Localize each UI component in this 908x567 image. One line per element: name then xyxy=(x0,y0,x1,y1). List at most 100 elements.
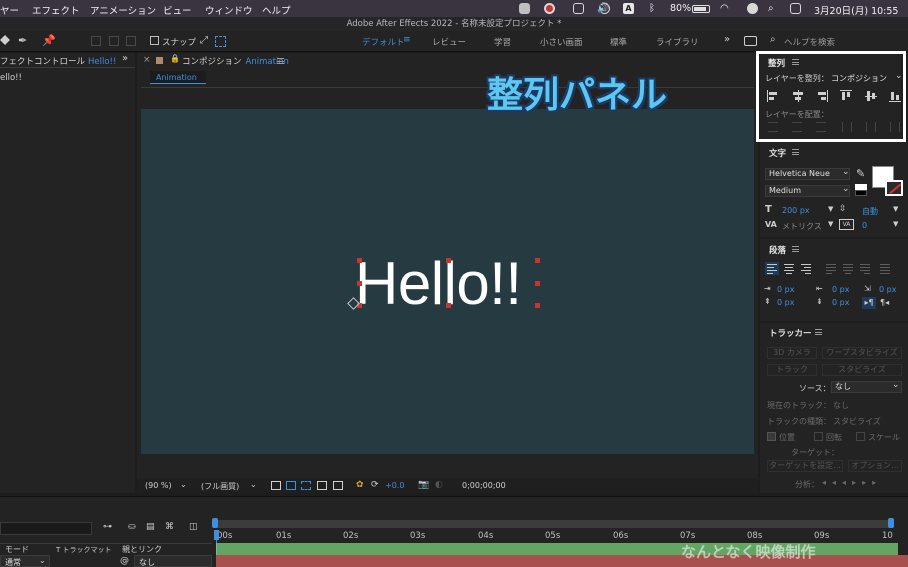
paragraph-align-center-icon[interactable] xyxy=(784,264,796,274)
mask-visibility-icon[interactable] xyxy=(301,481,311,490)
shy-layers-icon[interactable]: ▤ xyxy=(146,522,155,532)
tracker-panel-title[interactable]: トラッカー xyxy=(769,327,812,339)
workspace-standard[interactable]: 標準 xyxy=(610,36,627,48)
paragraph-align-right-icon[interactable] xyxy=(801,264,813,274)
workspace-small-screen[interactable]: 小さい画面 xyxy=(540,36,583,48)
work-area-end-handle[interactable] xyxy=(888,518,894,528)
workspace-layout-icon[interactable] xyxy=(744,36,757,46)
tracking-chevron-icon[interactable]: ▼ xyxy=(893,220,898,228)
wifi-icon[interactable]: ◠ xyxy=(720,3,729,14)
font-family-chevron-icon[interactable]: ⌄ xyxy=(842,167,850,177)
fast-preview-icon[interactable] xyxy=(271,481,281,490)
handle-bottom-center[interactable] xyxy=(446,303,451,308)
black-swatch-icon[interactable] xyxy=(855,190,867,196)
pen-tool-icon[interactable]: ✒ xyxy=(18,34,27,47)
timeline-search-input[interactable] xyxy=(0,522,92,535)
app-status-icon[interactable] xyxy=(519,3,530,14)
puppet-starch-icon[interactable] xyxy=(126,36,136,46)
indent-first-line-value[interactable]: 0 px xyxy=(879,285,896,294)
justify-last-left-icon[interactable] xyxy=(826,264,838,274)
puppet-overlap-icon[interactable] xyxy=(109,36,119,46)
close-tab-icon[interactable]: × xyxy=(143,55,151,65)
kerning-value[interactable]: メトリクス xyxy=(782,221,822,232)
work-area-start-handle[interactable] xyxy=(212,518,218,528)
region-of-interest-icon[interactable] xyxy=(317,481,327,490)
justify-last-right-icon[interactable] xyxy=(860,264,872,274)
battery-icon[interactable] xyxy=(692,5,710,13)
set-target-button[interactable]: ターゲットを設定... xyxy=(767,460,843,472)
current-track-dropdown[interactable]: なし xyxy=(833,400,849,411)
kerning-chevron-icon[interactable]: ▼ xyxy=(828,220,833,228)
blend-mode-dropdown[interactable]: 通常 ⌄ xyxy=(0,555,50,567)
handle-middle-right[interactable] xyxy=(535,281,540,286)
tracking-value[interactable]: 0 xyxy=(862,221,867,230)
space-after-value[interactable]: 0 px xyxy=(832,298,849,307)
help-search-input[interactable]: ヘルプを検索 xyxy=(784,36,835,48)
workspace-learn[interactable]: 学習 xyxy=(494,36,511,48)
parent-dropdown[interactable]: なし xyxy=(134,555,212,567)
lock-icon[interactable]: 🔒 xyxy=(170,54,180,63)
tracker-panel-menu-icon[interactable] xyxy=(815,329,822,335)
snap-edge-icon[interactable]: ⤢ xyxy=(200,35,208,46)
composition-tab[interactable]: コンポジション Animation xyxy=(182,55,289,67)
tracker-options-button[interactable]: オプション... xyxy=(848,460,902,472)
workspace-libraries[interactable]: ライブラリ xyxy=(656,36,699,48)
ltr-direction-icon[interactable]: ▸¶ xyxy=(862,297,876,309)
analyze-controls-icon[interactable]: ◂◂◂▸▸▸ xyxy=(822,478,882,487)
track-camera-button[interactable]: 3D カメラ xyxy=(767,347,817,359)
channel-icon[interactable]: ✿ xyxy=(356,480,364,490)
indent-left-value[interactable]: 0 px xyxy=(777,285,794,294)
puppet-tool-icon[interactable] xyxy=(91,36,101,46)
paragraph-align-left-icon[interactable] xyxy=(767,264,779,274)
font-style-chevron-icon[interactable]: ⌄ xyxy=(842,184,850,194)
tracker-source-chevron-icon[interactable]: ⌄ xyxy=(892,380,900,390)
parent-pickwhip-icon[interactable]: @ xyxy=(120,556,129,566)
stroke-color-swatch[interactable] xyxy=(885,180,903,196)
show-snapshot-icon[interactable]: ◐ xyxy=(435,480,443,490)
resolution-dropdown[interactable]: (フル画質) xyxy=(201,481,239,492)
transparency-grid-icon[interactable] xyxy=(286,481,296,490)
effect-layer-row[interactable]: ello!! xyxy=(0,73,22,83)
bluetooth-icon[interactable]: ᛒ xyxy=(649,3,655,14)
stabilize-motion-button[interactable]: スタビライズ xyxy=(822,364,902,376)
exposure-reset-icon[interactable]: ⟳ xyxy=(371,480,379,490)
font-style-dropdown[interactable]: Medium xyxy=(765,185,850,197)
snapshot-camera-icon[interactable]: 📷 xyxy=(418,480,429,490)
font-size-value[interactable]: 200 px xyxy=(782,206,810,215)
handle-top-left[interactable] xyxy=(357,258,362,263)
character-panel-title[interactable]: 文字 xyxy=(769,147,786,159)
character-panel-menu-icon[interactable] xyxy=(792,149,799,155)
comp-breadcrumb[interactable]: Animation xyxy=(150,71,206,84)
scale-checkbox[interactable] xyxy=(856,432,865,441)
shape-tool-icon[interactable] xyxy=(0,35,10,45)
leading-chevron-icon[interactable]: ▼ xyxy=(893,205,898,213)
track-type-dropdown[interactable]: スタビライズ xyxy=(833,416,881,427)
handle-middle-left[interactable] xyxy=(357,281,362,286)
justify-last-center-icon[interactable] xyxy=(843,264,855,274)
input-source-icon[interactable]: A xyxy=(623,3,634,14)
timeline-zoom-bar[interactable] xyxy=(212,520,894,528)
workspace-menu-icon[interactable]: ≡ xyxy=(403,35,411,45)
snap-feature-icon[interactable] xyxy=(215,36,226,47)
eyedropper-icon[interactable]: ✎ xyxy=(856,167,865,180)
menu-help[interactable]: ヘルプ xyxy=(262,3,291,17)
leading-value[interactable]: 自動 xyxy=(862,206,878,217)
control-center-icon[interactable] xyxy=(790,3,801,14)
justify-all-icon[interactable] xyxy=(880,264,892,274)
handle-top-center[interactable] xyxy=(446,258,451,263)
menu-view[interactable]: ビュー xyxy=(163,3,192,17)
workspace-overflow-icon[interactable]: » xyxy=(724,34,730,45)
font-family-dropdown[interactable]: Helvetica Neue xyxy=(765,168,850,180)
comp-panel-menu-icon[interactable] xyxy=(277,58,284,64)
record-status-icon[interactable] xyxy=(544,3,555,14)
workspace-review[interactable]: レビュー xyxy=(432,36,466,48)
sidebar-icon[interactable] xyxy=(573,3,584,14)
zoom-dropdown[interactable]: (90 %) xyxy=(145,481,172,490)
menu-window[interactable]: ウィンドウ xyxy=(205,3,253,17)
spotlight-icon[interactable]: ⌕ xyxy=(768,3,774,14)
rotation-checkbox[interactable] xyxy=(814,432,823,441)
menu-effect[interactable]: エフェクト xyxy=(32,3,80,17)
track-motion-button[interactable]: トラック xyxy=(767,364,817,376)
grid-guides-icon[interactable] xyxy=(333,481,343,490)
panel-overflow-icon[interactable]: » xyxy=(122,53,128,64)
